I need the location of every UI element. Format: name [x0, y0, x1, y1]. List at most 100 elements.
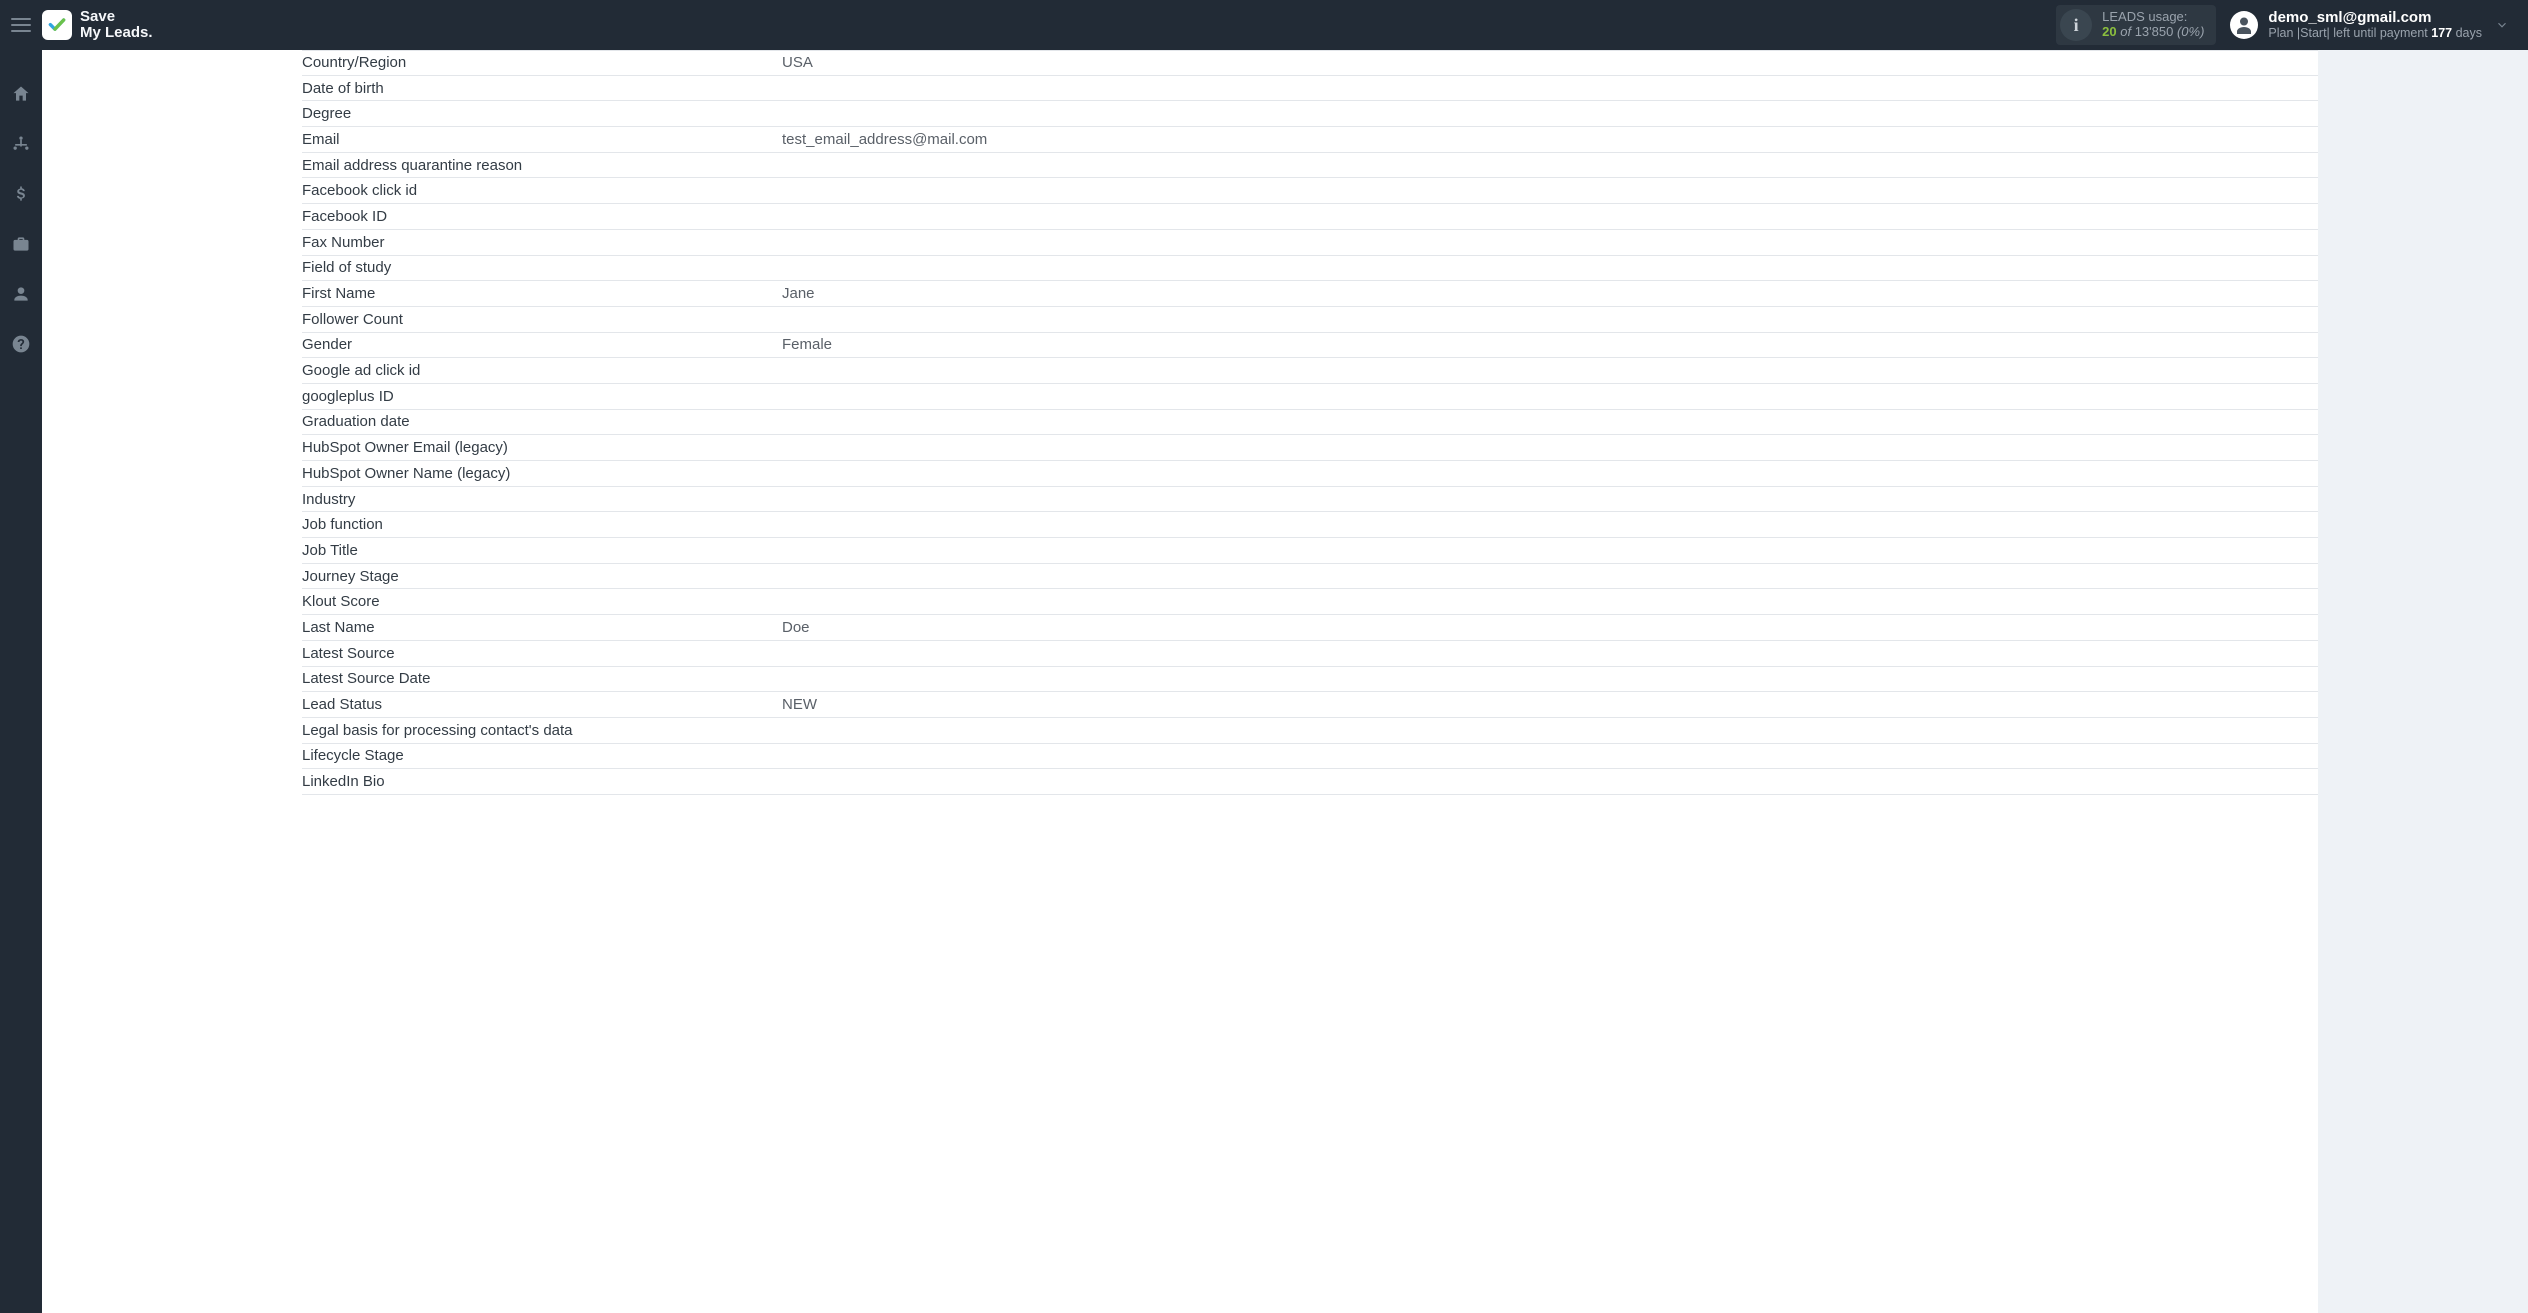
leads-usage-count: 20	[2102, 24, 2116, 39]
field-row: Industry	[302, 487, 2318, 513]
brand-logo[interactable]: Save My Leads.	[42, 9, 153, 41]
field-label: Job Title	[302, 542, 782, 559]
field-row: googleplus ID	[302, 384, 2318, 410]
field-label: Graduation date	[302, 413, 782, 430]
field-row: Lead StatusNEW	[302, 692, 2318, 718]
field-label: Last Name	[302, 619, 782, 636]
field-row: Latest Source	[302, 641, 2318, 667]
field-row: Job function	[302, 512, 2318, 538]
topbar-collapse-button[interactable]	[2488, 0, 2516, 50]
field-row: Job Title	[302, 538, 2318, 564]
field-label: Email	[302, 131, 782, 148]
field-value: test_email_address@mail.com	[782, 131, 2318, 148]
field-row: Date of birth	[302, 76, 2318, 102]
home-icon	[11, 84, 31, 104]
chevron-down-icon	[2495, 18, 2509, 32]
logo-mark-icon	[42, 10, 72, 40]
field-label: Follower Count	[302, 311, 782, 328]
field-label: Latest Source Date	[302, 670, 782, 687]
user-icon	[11, 284, 31, 304]
brand-name-line1: Save	[80, 9, 153, 25]
field-row: Latest Source Date	[302, 667, 2318, 693]
sidebar-item-home[interactable]	[0, 80, 42, 108]
field-row: Follower Count	[302, 307, 2318, 333]
dollar-icon	[11, 184, 31, 204]
leads-usage-title: LEADS usage:	[2102, 10, 2204, 25]
sidebar-item-account[interactable]	[0, 280, 42, 308]
hamburger-icon	[11, 18, 31, 32]
field-row: HubSpot Owner Name (legacy)	[302, 461, 2318, 487]
field-row: Degree	[302, 101, 2318, 127]
topbar: Save My Leads. i LEADS usage: 20 of 13'8…	[0, 0, 2528, 50]
field-row: Fax Number	[302, 230, 2318, 256]
avatar-icon	[2230, 11, 2258, 39]
sidebar-item-billing[interactable]	[0, 180, 42, 208]
field-row: Field of study	[302, 256, 2318, 282]
field-label: Facebook click id	[302, 182, 782, 199]
field-row: Legal basis for processing contact's dat…	[302, 718, 2318, 744]
user-menu-button[interactable]: demo_sml@gmail.com Plan |Start| left unt…	[2230, 9, 2482, 41]
field-label: Facebook ID	[302, 208, 782, 225]
field-label: First Name	[302, 285, 782, 302]
field-label: Latest Source	[302, 645, 782, 662]
field-label: Email address quarantine reason	[302, 157, 782, 174]
field-label: Lead Status	[302, 696, 782, 713]
field-label: Field of study	[302, 259, 782, 276]
field-label: Fax Number	[302, 234, 782, 251]
field-row: Google ad click id	[302, 358, 2318, 384]
field-label: googleplus ID	[302, 388, 782, 405]
field-label: Country/Region	[302, 54, 782, 71]
field-value: Doe	[782, 619, 2318, 636]
field-row: Graduation date	[302, 410, 2318, 436]
field-row: Journey Stage	[302, 564, 2318, 590]
user-plan-suffix: days	[2456, 26, 2482, 40]
field-value: Jane	[782, 285, 2318, 302]
brand-name-line2: My Leads.	[80, 25, 153, 41]
field-row: HubSpot Owner Email (legacy)	[302, 435, 2318, 461]
field-label: HubSpot Owner Email (legacy)	[302, 439, 782, 456]
leads-usage-pct: (0%)	[2177, 24, 2204, 39]
field-label: Industry	[302, 491, 782, 508]
leads-usage-detail: 20 of 13'850 (0%)	[2102, 25, 2204, 40]
menu-toggle-button[interactable]	[0, 0, 42, 50]
field-value: USA	[782, 54, 2318, 71]
sidebar-item-help[interactable]	[0, 330, 42, 358]
field-value: Female	[782, 336, 2318, 353]
field-label: Degree	[302, 105, 782, 122]
field-row: Facebook click id	[302, 178, 2318, 204]
user-plan-prefix: Plan |Start| left until payment	[2268, 26, 2427, 40]
field-row: First NameJane	[302, 281, 2318, 307]
field-row: Klout Score	[302, 589, 2318, 615]
field-label: HubSpot Owner Name (legacy)	[302, 465, 782, 482]
field-label: Google ad click id	[302, 362, 782, 379]
field-label: Lifecycle Stage	[302, 747, 782, 764]
field-label: Date of birth	[302, 80, 782, 97]
field-row: Emailtest_email_address@mail.com	[302, 127, 2318, 153]
field-row: GenderFemale	[302, 333, 2318, 359]
briefcase-icon	[11, 234, 31, 254]
field-label: Gender	[302, 336, 782, 353]
main-area: Country/RegionUSADate of birthDegreeEmai…	[42, 50, 2528, 1313]
help-icon	[11, 334, 31, 354]
field-row: Lifecycle Stage	[302, 744, 2318, 770]
field-label: Klout Score	[302, 593, 782, 610]
field-row: LinkedIn Bio	[302, 769, 2318, 795]
user-plan-days: 177	[2431, 26, 2452, 40]
field-value: NEW	[782, 696, 2318, 713]
leads-usage-box[interactable]: i LEADS usage: 20 of 13'850 (0%)	[2056, 5, 2216, 45]
field-row: Country/RegionUSA	[302, 50, 2318, 76]
field-label: LinkedIn Bio	[302, 773, 782, 790]
field-row: Facebook ID	[302, 204, 2318, 230]
field-label: Legal basis for processing contact's dat…	[302, 722, 782, 739]
field-label: Journey Stage	[302, 568, 782, 585]
user-plan: Plan |Start| left until payment 177 days	[2268, 26, 2482, 40]
connections-icon	[11, 134, 31, 154]
leads-usage-text: LEADS usage: 20 of 13'850 (0%)	[2102, 10, 2204, 40]
fields-list: Country/RegionUSADate of birthDegreeEmai…	[42, 50, 2318, 1313]
sidebar-item-tools[interactable]	[0, 230, 42, 258]
brand-name: Save My Leads.	[80, 9, 153, 41]
user-email: demo_sml@gmail.com	[2268, 9, 2482, 26]
leads-usage-limit: 13'850	[2135, 24, 2174, 39]
details-panel: Country/RegionUSADate of birthDegreeEmai…	[42, 50, 2318, 1313]
sidebar-item-connections[interactable]	[0, 130, 42, 158]
